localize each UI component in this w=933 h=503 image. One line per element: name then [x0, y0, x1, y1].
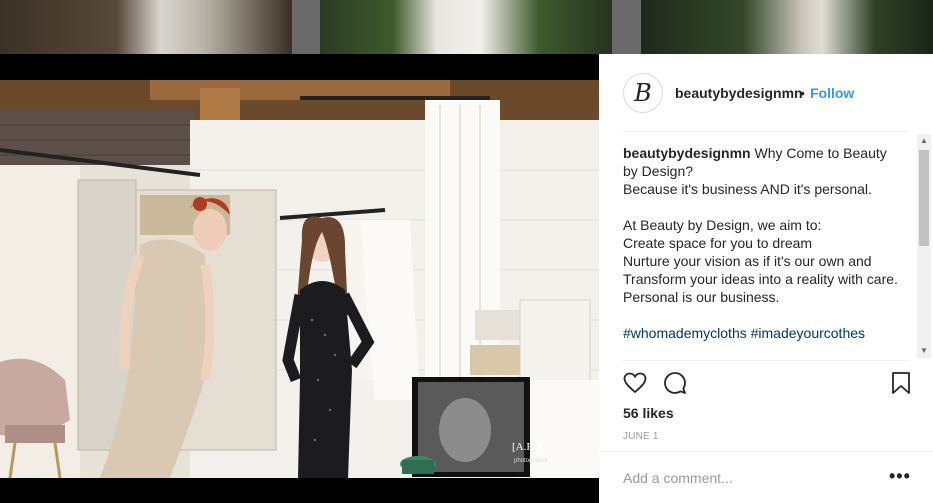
scroll-up-icon[interactable]: ▲ — [919, 136, 929, 146]
scroll-down-icon[interactable]: ▼ — [919, 346, 929, 356]
post-photo: [A.R.T] photography — [0, 80, 599, 478]
likes-count[interactable]: 56 likes — [623, 405, 674, 421]
scrollbar-thumb[interactable] — [919, 150, 929, 246]
bookmark-icon[interactable] — [889, 371, 913, 395]
photo-watermark: [A.R.T] — [512, 441, 547, 453]
divider — [599, 451, 933, 452]
thumbnail-strip — [0, 0, 933, 54]
divider — [623, 360, 909, 361]
thumbnail-3[interactable] — [641, 0, 933, 54]
photo-watermark-sub: photography — [514, 458, 547, 464]
caption: beautybydesignmn Why Come to Beauty by D… — [623, 144, 905, 360]
post-side-panel: B beautybydesignmn • Follow beautybydesi… — [599, 54, 933, 503]
caption-aim-1: Create space for you to dream — [623, 235, 813, 251]
bridal-shop-photo: [A.R.T] photography — [0, 80, 599, 478]
heart-icon[interactable] — [623, 371, 647, 395]
username-link[interactable]: beautybydesignmn — [675, 85, 803, 101]
post-date[interactable]: JUNE 1 — [623, 431, 659, 442]
thumbnail-2[interactable] — [320, 0, 612, 54]
thumbnail-gap — [292, 0, 320, 54]
more-options-icon[interactable]: ••• — [889, 466, 911, 487]
caption-intro: At Beauty by Design, we aim to: — [623, 217, 822, 233]
caption-username[interactable]: beautybydesignmn — [623, 145, 751, 161]
caption-aim-2: Nurture your vision as if it's our own a… — [623, 253, 898, 287]
thumbnail-1[interactable] — [0, 0, 292, 54]
avatar[interactable]: B — [623, 73, 663, 113]
caption-line-2: Because it's business AND it's personal. — [623, 181, 872, 197]
avatar-letter: B — [634, 79, 652, 107]
comment-input[interactable]: Add a comment... — [623, 470, 733, 486]
comment-icon[interactable] — [663, 371, 687, 395]
post-media: [A.R.T] photography — [0, 54, 599, 503]
post-header: B beautybydesignmn • Follow — [599, 54, 933, 131]
caption-aim-3: Personal is our business. — [623, 289, 780, 305]
thumbnail-gap — [612, 0, 641, 54]
hashtags[interactable]: #whomademycloths #imadeyourcothes — [623, 324, 905, 342]
separator-dot: • — [800, 85, 805, 101]
divider — [623, 131, 909, 132]
follow-button[interactable]: Follow — [810, 85, 854, 101]
